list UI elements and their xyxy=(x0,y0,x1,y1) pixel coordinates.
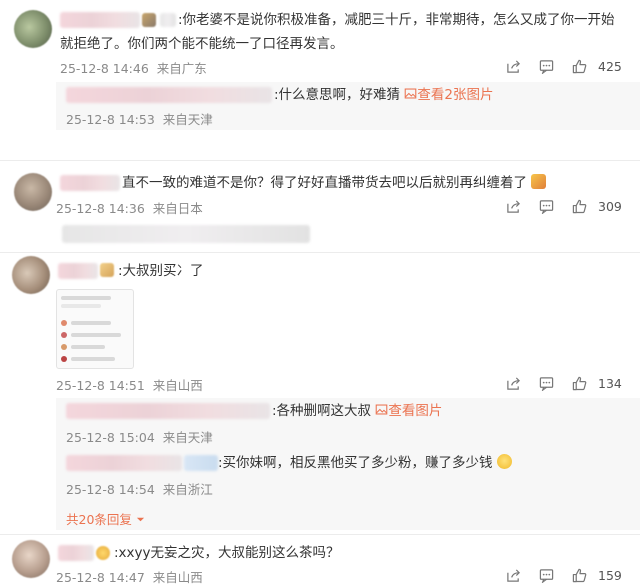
view-pictures-link[interactable]: 查看图片 xyxy=(375,403,442,419)
share-button[interactable] xyxy=(497,374,530,392)
user-badge-icon xyxy=(160,13,176,27)
reply-text: :什么意思啊，好难猜 xyxy=(274,87,401,103)
reply-time: 25-12-8 14:53 xyxy=(66,112,155,127)
reply-text: :买你妹啊，相反黑他买了多少粉，赚了多少钱 xyxy=(218,455,493,471)
view-pictures-label: 查看2张图片 xyxy=(417,87,494,103)
blurred-content xyxy=(62,225,310,243)
reply-time: 25-12-8 15:04 xyxy=(66,430,155,445)
comment-image[interactable] xyxy=(56,289,134,369)
reply-time: 25-12-8 14:54 xyxy=(66,482,155,497)
share-icon xyxy=(507,199,520,213)
avatar[interactable] xyxy=(14,173,52,211)
view-pictures-link[interactable]: 查看2张图片 xyxy=(404,87,493,103)
avatar[interactable] xyxy=(14,10,52,48)
like-count: 134 xyxy=(598,375,622,391)
comment-button[interactable] xyxy=(530,374,563,392)
emoji-icon xyxy=(531,174,547,189)
divider xyxy=(0,534,640,535)
comment-actions: 425 xyxy=(497,57,622,75)
share-button[interactable] xyxy=(497,197,530,215)
comment-button[interactable] xyxy=(530,57,563,75)
chevron-down-icon xyxy=(136,517,144,522)
user-badge-icon xyxy=(184,455,218,471)
like-button[interactable] xyxy=(563,566,596,584)
thumbs-up-icon xyxy=(572,199,587,213)
comment-text: :你老婆不是说你积极准备，减肥三十斤，非常期待，怎么又成了你一开始 xyxy=(178,12,615,28)
username[interactable] xyxy=(58,263,98,279)
user-badge-icon xyxy=(100,263,114,277)
username[interactable] xyxy=(58,545,94,561)
reply-username[interactable] xyxy=(66,455,182,471)
comment-time: 25-12-8 14:47 xyxy=(56,570,145,585)
divider xyxy=(0,252,640,253)
smile-emoji-icon xyxy=(496,454,512,469)
thumbs-up-icon xyxy=(572,376,587,390)
divider xyxy=(0,160,640,161)
comment-button[interactable] xyxy=(530,197,563,215)
reply-box: :各种删啊这大叔 查看图片 25-12-8 15:04 来自天津 :买你妹啊，相… xyxy=(56,398,640,530)
comment-actions: 309 xyxy=(497,197,622,215)
reply-meta: 25-12-8 14:53 来自天津 xyxy=(66,109,213,128)
share-icon xyxy=(507,59,520,73)
comment-meta: 25-12-8 14:46 来自广东 xyxy=(60,58,207,77)
comment-meta: 25-12-8 14:47 来自山西 xyxy=(56,567,203,586)
reply-username[interactable] xyxy=(66,87,272,103)
like-button[interactable] xyxy=(563,374,596,392)
user-badge-icon xyxy=(142,13,156,27)
comment-location: 来自广东 xyxy=(156,61,207,76)
comment-meta: 25-12-8 14:51 来自山西 xyxy=(56,375,203,394)
more-replies-label: 共20条回复 xyxy=(66,512,132,527)
thumbs-up-icon xyxy=(572,59,587,73)
comment-time: 25-12-8 14:36 xyxy=(56,201,145,216)
comment-content: 直不一致的难道不是你？得了好好直播带货去吧以后就别再纠缠着了 xyxy=(122,171,547,195)
reply-location: 来自天津 xyxy=(162,112,213,127)
username[interactable] xyxy=(60,175,120,191)
view-pictures-label: 查看图片 xyxy=(388,403,443,419)
username[interactable] xyxy=(60,12,140,28)
more-replies-link[interactable]: 共20条回复 xyxy=(66,509,145,528)
user-badge-icon xyxy=(96,546,110,560)
share-icon xyxy=(507,376,520,390)
comment-button[interactable] xyxy=(530,566,563,584)
comment-location: 来自山西 xyxy=(152,570,203,585)
reply-content: :各种删啊这大叔 查看图片 xyxy=(272,399,442,423)
comment-time: 25-12-8 14:46 xyxy=(60,61,149,76)
comment-icon xyxy=(539,376,554,391)
reply-text: :各种删啊这大叔 xyxy=(272,403,372,419)
reply-content: :什么意思啊，好难猜 查看2张图片 xyxy=(274,83,493,107)
like-count: 159 xyxy=(598,567,622,583)
comment-actions: 159 xyxy=(497,566,622,584)
reply-content: :买你妹啊，相反黑他买了多少粉，赚了多少钱 xyxy=(218,451,512,475)
picture-icon xyxy=(376,404,388,415)
comment-time: 25-12-8 14:51 xyxy=(56,378,145,393)
reply-username[interactable] xyxy=(66,403,270,419)
comment-text: :xxyy无妄之灾，大叔能别这么茶吗？ xyxy=(114,545,340,561)
picture-icon xyxy=(405,88,417,99)
comment-icon xyxy=(539,199,554,214)
comment-text: 就拒绝了。你们两个能不能统一了口径再发言。 xyxy=(60,36,344,52)
share-button[interactable] xyxy=(497,57,530,75)
comment-location: 来自日本 xyxy=(152,201,203,216)
comment-actions: 134 xyxy=(497,374,622,392)
comment-meta: 25-12-8 14:36 来自日本 xyxy=(56,198,203,217)
avatar[interactable] xyxy=(12,540,50,578)
comment-icon xyxy=(539,59,554,74)
share-button[interactable] xyxy=(497,566,530,584)
like-button[interactable] xyxy=(563,197,596,215)
avatar[interactable] xyxy=(12,256,50,294)
like-button[interactable] xyxy=(563,57,596,75)
comment-icon xyxy=(539,568,554,583)
reply-location: 来自浙江 xyxy=(162,482,213,497)
comment-text: :大叔别买冫了 xyxy=(118,263,204,279)
reply-location: 来自天津 xyxy=(162,430,213,445)
comment-text: 直不一致的难道不是你？得了好好直播带货去吧以后就别再纠缠着了 xyxy=(122,175,527,191)
share-icon xyxy=(507,568,520,582)
comment-location: 来自山西 xyxy=(152,378,203,393)
reply-meta: 25-12-8 15:04 来自天津 xyxy=(66,427,213,446)
reply-meta: 25-12-8 14:54 来自浙江 xyxy=(66,479,213,498)
like-count: 309 xyxy=(598,198,622,214)
thumbs-up-icon xyxy=(572,568,587,582)
reply-box: :什么意思啊，好难猜 查看2张图片 25-12-8 14:53 来自天津 xyxy=(56,82,640,130)
like-count: 425 xyxy=(598,58,622,74)
